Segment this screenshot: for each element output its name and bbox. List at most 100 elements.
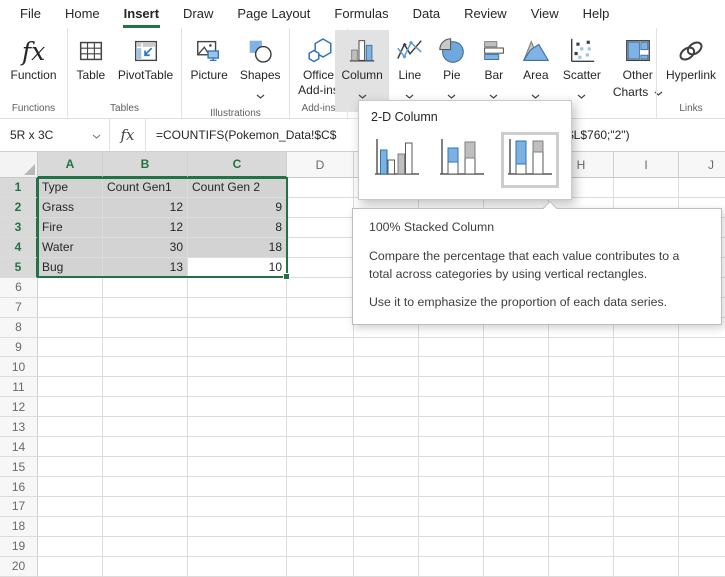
cell-G13[interactable]	[484, 417, 549, 437]
cell-H12[interactable]	[549, 397, 614, 417]
cell-A1[interactable]: Type	[38, 178, 103, 198]
cell-C11[interactable]	[188, 377, 287, 397]
cell-C7[interactable]	[188, 298, 287, 318]
cell-D11[interactable]	[287, 377, 354, 397]
cell-I14[interactable]	[614, 437, 679, 457]
cell-E9[interactable]	[354, 338, 419, 358]
cell-A19[interactable]	[38, 537, 103, 557]
cell-C9[interactable]	[188, 338, 287, 358]
cell-G17[interactable]	[484, 497, 549, 517]
cell-E15[interactable]	[354, 457, 419, 477]
cell-F16[interactable]	[419, 477, 484, 497]
cell-G14[interactable]	[484, 437, 549, 457]
cell-I19[interactable]	[614, 537, 679, 557]
picture-button[interactable]: Picture	[184, 30, 233, 106]
column-header-A[interactable]: A	[38, 152, 103, 178]
cell-I10[interactable]	[614, 357, 679, 377]
cell-I17[interactable]	[614, 497, 679, 517]
fill-handle[interactable]	[283, 273, 290, 280]
cell-A17[interactable]	[38, 497, 103, 517]
cell-C2[interactable]: 9	[188, 198, 287, 218]
cell-E10[interactable]	[354, 357, 419, 377]
cell-B7[interactable]	[103, 298, 188, 318]
cell-B19[interactable]	[103, 537, 188, 557]
cell-D2[interactable]	[287, 198, 354, 218]
cell-B8[interactable]	[103, 318, 188, 338]
cell-H16[interactable]	[549, 477, 614, 497]
cell-I1[interactable]	[614, 178, 679, 198]
cell-H9[interactable]	[549, 338, 614, 358]
cell-B3[interactable]: 12	[103, 218, 188, 238]
cell-J16[interactable]	[679, 477, 725, 497]
cell-C16[interactable]	[188, 477, 287, 497]
cell-F19[interactable]	[419, 537, 484, 557]
clustered-column-option[interactable]	[371, 136, 423, 184]
row-header-6[interactable]: 6	[0, 278, 38, 298]
row-header-16[interactable]: 16	[0, 477, 38, 497]
cell-A18[interactable]	[38, 517, 103, 537]
menu-tab-file[interactable]: File	[8, 0, 53, 28]
cell-C18[interactable]	[188, 517, 287, 537]
cell-G11[interactable]	[484, 377, 549, 397]
cell-D15[interactable]	[287, 457, 354, 477]
cell-I13[interactable]	[614, 417, 679, 437]
cell-B17[interactable]	[103, 497, 188, 517]
cell-C5[interactable]: 10	[188, 258, 287, 278]
cell-H15[interactable]	[549, 457, 614, 477]
cell-F11[interactable]	[419, 377, 484, 397]
menu-tab-draw[interactable]: Draw	[171, 0, 225, 28]
column-header-I[interactable]: I	[614, 152, 679, 178]
cell-H20[interactable]	[549, 557, 614, 577]
cell-J1[interactable]	[679, 178, 725, 198]
cell-H13[interactable]	[549, 417, 614, 437]
row-header-10[interactable]: 10	[0, 357, 38, 377]
shapes-button[interactable]: Shapes	[234, 30, 287, 106]
menu-tab-page-layout[interactable]: Page Layout	[225, 0, 322, 28]
cell-H14[interactable]	[549, 437, 614, 457]
cell-D6[interactable]	[287, 278, 354, 298]
row-header-4[interactable]: 4	[0, 238, 38, 258]
cell-J9[interactable]	[679, 338, 725, 358]
cell-E12[interactable]	[354, 397, 419, 417]
cell-D5[interactable]	[287, 258, 354, 278]
cell-B14[interactable]	[103, 437, 188, 457]
cell-F18[interactable]	[419, 517, 484, 537]
cell-E14[interactable]	[354, 437, 419, 457]
cell-E16[interactable]	[354, 477, 419, 497]
column-header-D[interactable]: D	[287, 152, 354, 178]
cell-J18[interactable]	[679, 517, 725, 537]
cell-C3[interactable]: 8	[188, 218, 287, 238]
cell-E19[interactable]	[354, 537, 419, 557]
hundred-stacked-column-option[interactable]	[501, 132, 559, 188]
cell-B10[interactable]	[103, 357, 188, 377]
cell-G12[interactable]	[484, 397, 549, 417]
table-button[interactable]: Table	[70, 30, 112, 101]
cell-H18[interactable]	[549, 517, 614, 537]
cell-A11[interactable]	[38, 377, 103, 397]
menu-tab-review[interactable]: Review	[452, 0, 519, 28]
cell-E18[interactable]	[354, 517, 419, 537]
cell-D10[interactable]	[287, 357, 354, 377]
cell-F10[interactable]	[419, 357, 484, 377]
cell-I18[interactable]	[614, 517, 679, 537]
cell-D4[interactable]	[287, 238, 354, 258]
cell-B2[interactable]: 12	[103, 198, 188, 218]
row-header-2[interactable]: 2	[0, 198, 38, 218]
cell-C1[interactable]: Count Gen 2	[188, 178, 287, 198]
cell-A14[interactable]	[38, 437, 103, 457]
column-header-J[interactable]: J	[679, 152, 725, 178]
cell-A7[interactable]	[38, 298, 103, 318]
cell-I9[interactable]	[614, 338, 679, 358]
cell-E17[interactable]	[354, 497, 419, 517]
hyperlink-button[interactable]: Hyperlink	[660, 30, 722, 101]
cell-G16[interactable]	[484, 477, 549, 497]
menu-tab-formulas[interactable]: Formulas	[322, 0, 400, 28]
cell-B9[interactable]	[103, 338, 188, 358]
cell-B18[interactable]	[103, 517, 188, 537]
cell-D3[interactable]	[287, 218, 354, 238]
cell-A4[interactable]: Water	[38, 238, 103, 258]
cell-H10[interactable]	[549, 357, 614, 377]
cell-D13[interactable]	[287, 417, 354, 437]
cell-J12[interactable]	[679, 397, 725, 417]
cell-F17[interactable]	[419, 497, 484, 517]
